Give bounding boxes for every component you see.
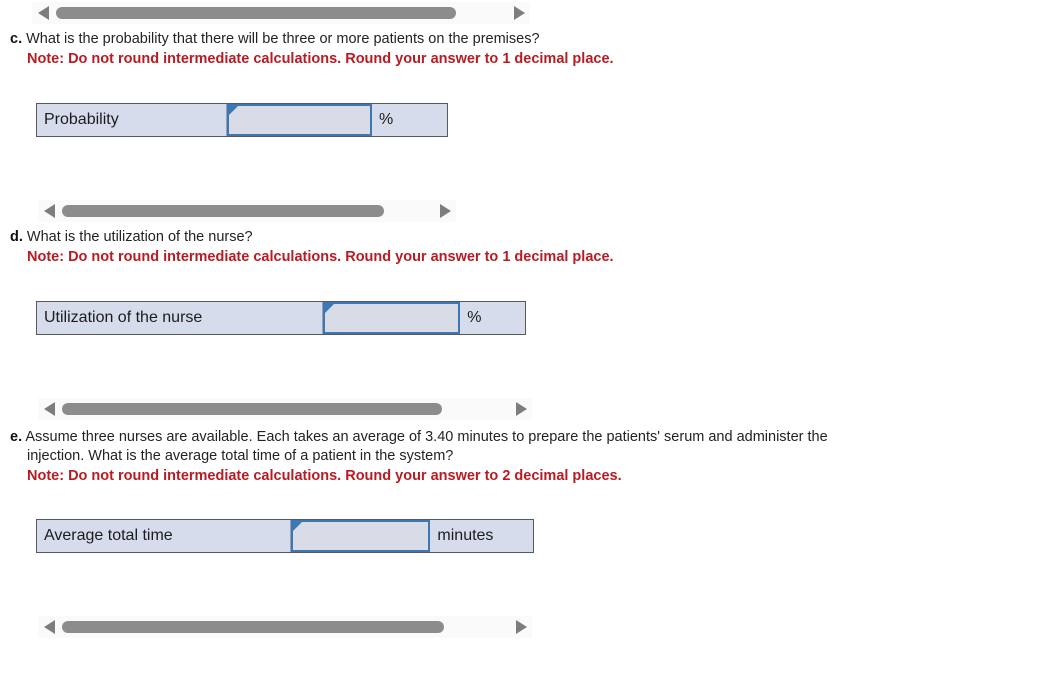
question-e: e. Assume three nurses are available. Ea… [10, 428, 828, 486]
scrollbar-thumb[interactable] [62, 205, 384, 217]
answer-unit-minutes: minutes [430, 520, 533, 552]
left-arrow-icon[interactable] [38, 398, 60, 420]
question-e-note: Note: Do not round intermediate calculat… [27, 468, 622, 484]
scrollbar-2[interactable] [38, 200, 456, 222]
answer-table-e: Average total time minutes [36, 519, 534, 553]
question-c-body: What is the probability that there will … [26, 31, 540, 47]
scrollbar-track[interactable] [54, 2, 508, 24]
scrollbar-track[interactable] [60, 200, 434, 222]
scrollbar-thumb[interactable] [56, 7, 456, 19]
question-c-note: Note: Do not round intermediate calculat… [27, 51, 614, 67]
scrollbar-thumb[interactable] [62, 403, 442, 415]
question-c-letter: c. [10, 31, 23, 47]
answer-label-average-total-time: Average total time [37, 520, 291, 552]
question-e-text-line1: e. Assume three nurses are available. Ea… [10, 428, 828, 447]
right-arrow-icon[interactable] [508, 2, 530, 24]
scrollbar-3[interactable] [38, 398, 532, 420]
answer-unit-percent-d: % [460, 302, 525, 334]
left-arrow-icon[interactable] [38, 200, 60, 222]
answer-label-probability: Probability [37, 104, 227, 136]
question-e-body-line2: injection. What is the average total tim… [27, 448, 454, 464]
average-total-time-input[interactable] [290, 520, 431, 552]
question-e-body-line1: Assume three nurses are available. Each … [25, 429, 828, 445]
question-d-letter: d. [10, 229, 23, 245]
question-d-note: Note: Do not round intermediate calculat… [27, 249, 614, 265]
scrollbar-track[interactable] [60, 398, 510, 420]
answer-table-c: Probability % [36, 103, 448, 137]
question-d-text: d. What is the utilization of the nurse? [10, 228, 614, 247]
input-marker-icon [324, 304, 334, 313]
scrollbar-1[interactable] [32, 2, 530, 24]
scrollbar-thumb[interactable] [62, 621, 444, 633]
left-arrow-icon[interactable] [32, 2, 54, 24]
left-arrow-icon[interactable] [38, 616, 60, 638]
right-arrow-icon[interactable] [510, 616, 532, 638]
scrollbar-4[interactable] [38, 616, 532, 638]
right-arrow-icon[interactable] [510, 398, 532, 420]
answer-unit-percent-c: % [372, 104, 447, 136]
answer-table-d: Utilization of the nurse % [36, 301, 526, 335]
scrollbar-track[interactable] [60, 616, 510, 638]
answer-label-utilization: Utilization of the nurse [37, 302, 323, 334]
right-arrow-icon[interactable] [434, 200, 456, 222]
question-c-text: c. What is the probability that there wi… [10, 30, 614, 49]
utilization-input[interactable] [322, 302, 461, 334]
probability-input[interactable] [227, 104, 372, 136]
question-d-body: What is the utilization of the nurse? [26, 229, 253, 245]
input-marker-icon [229, 106, 238, 115]
input-marker-icon [292, 522, 302, 531]
question-e-letter: e. [10, 429, 23, 445]
question-c: c. What is the probability that there wi… [10, 30, 614, 69]
question-d: d. What is the utilization of the nurse?… [10, 228, 614, 267]
